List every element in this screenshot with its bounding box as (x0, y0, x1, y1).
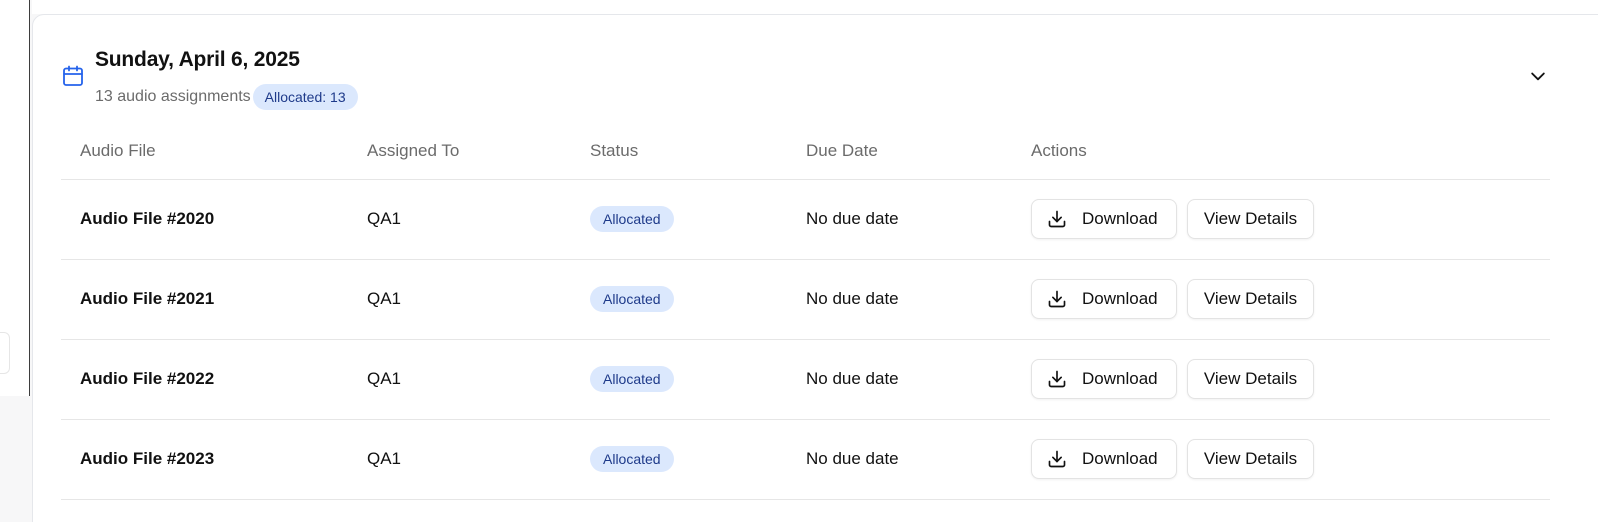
view-details-button[interactable]: View Details (1187, 359, 1314, 399)
download-button[interactable]: Download (1031, 199, 1177, 239)
download-label: Download (1082, 449, 1158, 468)
table-row: Audio File #2020 QA1 Allocated No due da… (61, 180, 1550, 260)
download-label: Download (1082, 369, 1158, 388)
view-details-button[interactable]: View Details (1187, 279, 1314, 319)
table-row: Audio File #2022 QA1 Allocated No due da… (61, 340, 1550, 420)
status-cell: Allocated (590, 286, 674, 312)
download-button[interactable]: Download (1031, 359, 1177, 399)
left-sidebar-edge (0, 0, 30, 396)
download-icon (1047, 209, 1067, 229)
allocated-count-badge: Allocated: 13 (252, 84, 358, 110)
collapse-group-button[interactable] (1524, 64, 1552, 92)
due-date: No due date (806, 449, 899, 468)
due-date: No due date (806, 369, 899, 388)
status-cell: Allocated (590, 446, 674, 472)
audio-file-name: Audio File #2022 (80, 369, 215, 388)
audio-file-name: Audio File #2021 (80, 289, 215, 308)
row-actions: Download View Details (1031, 279, 1314, 319)
row-actions: Download View Details (1031, 199, 1314, 239)
date-group-header[interactable]: Sunday, April 6, 2025 13 audio assignmen… (61, 44, 1581, 114)
chevron-down-icon (1528, 66, 1548, 91)
previous-card-edge (32, 0, 1598, 14)
column-header-status[interactable]: Status (590, 141, 638, 161)
download-label: Download (1082, 289, 1158, 308)
sidebar-tab[interactable] (0, 332, 10, 374)
column-header-audio-file[interactable]: Audio File (80, 141, 156, 161)
download-button[interactable]: Download (1031, 279, 1177, 319)
audio-file-name: Audio File #2020 (80, 209, 215, 228)
column-header-actions: Actions (1031, 141, 1087, 160)
status-badge: Allocated (590, 366, 674, 392)
view-details-button[interactable]: View Details (1187, 199, 1314, 239)
assignee: QA1 (367, 449, 402, 468)
download-icon (1047, 369, 1067, 389)
calendar-icon (61, 64, 85, 88)
due-date: No due date (806, 289, 899, 308)
column-header-assigned-to[interactable]: Assigned To (367, 141, 459, 161)
group-subtitle: 13 audio assignments Allocated: 13 (95, 84, 358, 110)
download-icon (1047, 289, 1067, 309)
table-row: Audio File #2021 QA1 Allocated No due da… (61, 260, 1550, 340)
row-actions: Download View Details (1031, 439, 1314, 479)
download-button[interactable]: Download (1031, 439, 1177, 479)
assignee: QA1 (367, 369, 402, 388)
page: Sunday, April 6, 2025 13 audio assignmen… (0, 0, 1598, 522)
status-badge: Allocated (590, 206, 674, 232)
assignee: QA1 (367, 289, 402, 308)
assignee: QA1 (367, 209, 402, 228)
table-row: Audio File #2023 QA1 Allocated No due da… (61, 420, 1550, 500)
download-icon (1047, 449, 1067, 469)
audio-file-name: Audio File #2023 (80, 449, 215, 468)
status-badge: Allocated (590, 286, 674, 312)
due-date: No due date (806, 209, 899, 228)
group-date-title: Sunday, April 6, 2025 (95, 48, 300, 71)
status-cell: Allocated (590, 366, 674, 392)
status-badge: Allocated (590, 446, 674, 472)
assignments-table: Audio File Assigned To Status Due Date A… (61, 124, 1550, 500)
row-actions: Download View Details (1031, 359, 1314, 399)
status-cell: Allocated (590, 206, 674, 232)
table-header: Audio File Assigned To Status Due Date A… (61, 124, 1550, 180)
column-header-due-date[interactable]: Due Date (806, 141, 878, 161)
download-label: Download (1082, 209, 1158, 228)
view-details-button[interactable]: View Details (1187, 439, 1314, 479)
assignment-count: 13 audio assignments (95, 88, 251, 105)
